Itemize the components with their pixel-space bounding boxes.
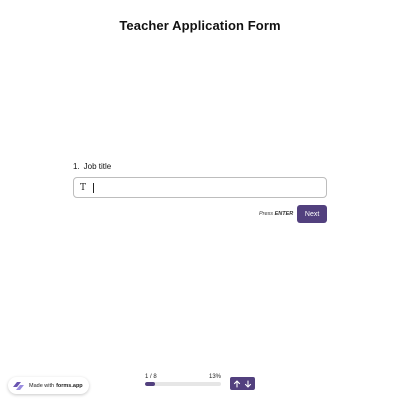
form-title: Teacher Application Form	[119, 18, 281, 33]
next-question-button[interactable]	[243, 378, 254, 389]
next-row: Press ENTER Next	[259, 205, 327, 223]
question-block: 1. Job title T	[73, 162, 327, 198]
progress-fill	[145, 382, 155, 386]
made-with-brand: forms.app	[56, 382, 83, 389]
progress-indicator: 1 / 8 13%	[145, 373, 221, 386]
next-button[interactable]: Next	[297, 205, 327, 223]
text-type-icon: T	[80, 182, 87, 193]
arrow-down-icon	[245, 379, 252, 388]
previous-question-button[interactable]	[231, 378, 242, 389]
progress-percent: 13%	[208, 374, 221, 380]
made-with-badge[interactable]: Made with forms.app	[8, 377, 89, 394]
question-label: 1. Job title	[73, 162, 327, 172]
text-cursor	[93, 182, 94, 193]
made-with-text: Made with	[29, 382, 55, 389]
forms-app-logo-icon	[13, 381, 24, 390]
progress-track	[145, 382, 221, 386]
arrow-up-icon	[233, 379, 240, 388]
progress-step: 1 / 8	[145, 374, 157, 380]
press-enter-hint: Press ENTER	[259, 211, 294, 217]
job-title-input[interactable]: T	[73, 177, 327, 198]
question-text: Job title	[83, 162, 112, 171]
question-number: 1.	[73, 162, 80, 171]
question-nav	[230, 377, 255, 390]
